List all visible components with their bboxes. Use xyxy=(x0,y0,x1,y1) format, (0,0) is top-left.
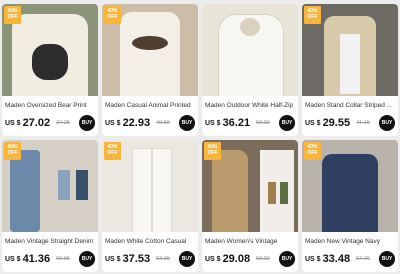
product-image[interactable]: 40% OFF xyxy=(302,4,398,96)
product-card[interactable]: 40% OFF Maden Casual Animal Printed US $… xyxy=(102,4,198,136)
discount-badge: 40% OFF xyxy=(4,142,21,160)
price: 41.36 xyxy=(22,253,51,265)
price: 37.53 xyxy=(122,253,151,265)
discount-badge: 40% OFF xyxy=(304,142,321,160)
original-price: 37.25 xyxy=(56,120,70,126)
product-title[interactable]: Maden New Vintage Navy xyxy=(305,238,395,245)
currency: US $ xyxy=(305,119,321,127)
discount-badge: 40% OFF xyxy=(304,6,321,24)
discount-badge: 40% OFF xyxy=(104,142,121,160)
discount-badge: 40% OFF xyxy=(4,6,21,24)
original-price: 69.85 xyxy=(56,256,70,262)
product-title[interactable]: Maden White Cotton Casual xyxy=(105,238,195,245)
currency: US $ xyxy=(105,255,121,263)
product-grid: 40% OFF Maden Oversized Bear Print US $ … xyxy=(0,0,400,274)
price-row: US $ 27.02 37.25 BUY xyxy=(5,115,95,131)
original-price: 53.92 xyxy=(256,120,270,126)
buy-button[interactable]: BUY xyxy=(379,251,395,267)
price: 27.02 xyxy=(22,117,51,129)
product-image[interactable]: 40% OFF xyxy=(302,140,398,232)
currency: US $ xyxy=(105,119,121,127)
buy-button[interactable]: BUY xyxy=(179,115,195,131)
currency: US $ xyxy=(205,255,221,263)
price-row: US $ 29.08 53.92 BUY xyxy=(205,251,295,267)
product-card[interactable]: Maden Outdoor White Half-Zip US $ 36.21 … xyxy=(202,4,298,136)
product-title[interactable]: Maden Vintage Straight Denim xyxy=(5,238,95,245)
product-image[interactable]: 40% OFF xyxy=(102,4,198,96)
buy-button[interactable]: BUY xyxy=(79,115,95,131)
buy-button[interactable]: BUY xyxy=(79,251,95,267)
original-price: 53.99 xyxy=(156,256,170,262)
currency: US $ xyxy=(305,255,321,263)
product-title[interactable]: Maden Stand Collar Striped Shirts xyxy=(305,102,395,109)
buy-button[interactable]: BUY xyxy=(179,251,195,267)
price-row: US $ 36.21 53.92 BUY xyxy=(205,115,295,131)
original-price: 41.15 xyxy=(356,120,370,126)
product-title[interactable]: Maden Women's Vintage xyxy=(205,238,295,245)
price-row: US $ 22.93 40.58 BUY xyxy=(105,115,195,131)
product-image[interactable]: 40% OFF xyxy=(2,140,98,232)
product-card[interactable]: 40% OFF Maden Oversized Bear Print US $ … xyxy=(2,4,98,136)
original-price: 53.92 xyxy=(256,256,270,262)
currency: US $ xyxy=(5,119,21,127)
product-title[interactable]: Maden Casual Animal Printed xyxy=(105,102,195,109)
price: 29.55 xyxy=(322,117,351,129)
price: 33.48 xyxy=(322,253,351,265)
original-price: 57.26 xyxy=(356,256,370,262)
buy-button[interactable]: BUY xyxy=(379,115,395,131)
product-image[interactable]: 40% OFF xyxy=(202,140,298,232)
product-image[interactable]: 40% OFF xyxy=(102,140,198,232)
product-title[interactable]: Maden Oversized Bear Print xyxy=(5,102,95,109)
buy-button[interactable]: BUY xyxy=(279,115,295,131)
price-row: US $ 29.55 41.15 BUY xyxy=(305,115,395,131)
product-card[interactable]: 40% OFF Maden Women's Vintage US $ 29.08… xyxy=(202,140,298,272)
price: 29.08 xyxy=(222,253,251,265)
discount-badge: 40% OFF xyxy=(104,6,121,24)
price-row: US $ 41.36 69.85 BUY xyxy=(5,251,95,267)
price-row: US $ 33.48 57.26 BUY xyxy=(305,251,395,267)
buy-button[interactable]: BUY xyxy=(279,251,295,267)
price: 36.21 xyxy=(222,117,251,129)
product-card[interactable]: 40% OFF Maden White Cotton Casual US $ 3… xyxy=(102,140,198,272)
product-image[interactable] xyxy=(202,4,298,96)
original-price: 40.58 xyxy=(156,120,170,126)
currency: US $ xyxy=(5,255,21,263)
product-title[interactable]: Maden Outdoor White Half-Zip xyxy=(205,102,295,109)
price: 22.93 xyxy=(122,117,151,129)
product-card[interactable]: 40% OFF Maden Stand Collar Striped Shirt… xyxy=(302,4,398,136)
currency: US $ xyxy=(205,119,221,127)
product-card[interactable]: 40% OFF Maden Vintage Straight Denim US … xyxy=(2,140,98,272)
product-image[interactable]: 40% OFF xyxy=(2,4,98,96)
product-card[interactable]: 40% OFF Maden New Vintage Navy US $ 33.4… xyxy=(302,140,398,272)
discount-badge: 40% OFF xyxy=(204,142,221,160)
price-row: US $ 37.53 53.99 BUY xyxy=(105,251,195,267)
